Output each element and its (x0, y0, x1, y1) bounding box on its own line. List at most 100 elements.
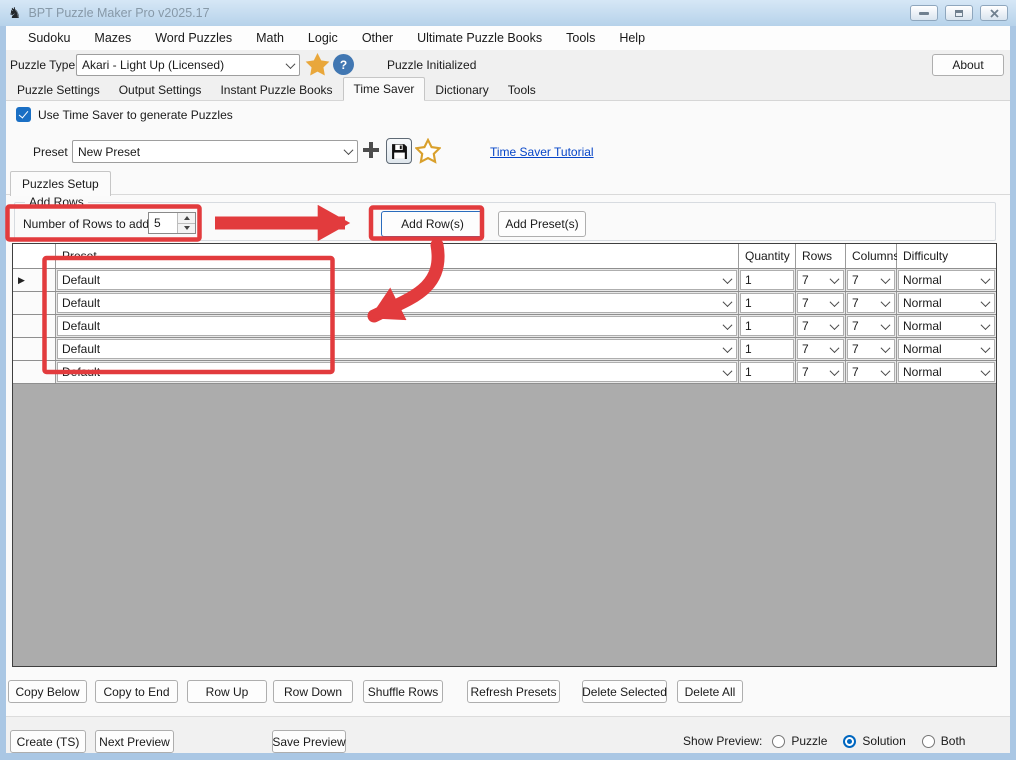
preset-cell[interactable]: Default (56, 269, 739, 291)
columns-cell[interactable]: 7 (846, 292, 897, 314)
maximize-button[interactable] (945, 5, 973, 21)
columns-cell[interactable]: 7 (846, 361, 897, 383)
preset-cell[interactable]: Default (56, 338, 739, 360)
time-saver-tutorial-link[interactable]: Time Saver Tutorial (490, 145, 594, 159)
columns-cell[interactable]: 7 (846, 315, 897, 337)
preset-cell[interactable]: Default (56, 292, 739, 314)
plus-icon[interactable] (362, 141, 380, 162)
title-bar[interactable]: ♞ BPT Puzzle Maker Pro v2025.17 (0, 0, 1016, 26)
copy-to-end-button[interactable]: Copy to End (95, 680, 178, 703)
difficulty-cell-value: Normal (899, 342, 977, 356)
tab-puzzle-settings[interactable]: Puzzle Settings (8, 80, 109, 100)
save-preview-button[interactable]: Save Preview (272, 730, 346, 753)
chevron-down-icon (877, 363, 894, 381)
table-row: Default 1 7 7 Normal (13, 361, 996, 384)
quantity-cell[interactable]: 1 (739, 338, 796, 360)
rows-cell[interactable]: 7 (796, 361, 846, 383)
use-time-saver-checkbox[interactable] (16, 107, 31, 122)
columns-cell[interactable]: 7 (846, 269, 897, 291)
close-button[interactable] (980, 5, 1008, 21)
close-icon (990, 9, 999, 18)
radio-solution[interactable] (843, 735, 856, 748)
row-header[interactable] (13, 315, 56, 337)
menu-logic[interactable]: Logic (296, 27, 350, 49)
table-row: Default 1 7 7 Normal (13, 315, 996, 338)
next-preview-button[interactable]: Next Preview (95, 730, 174, 753)
puzzle-type-combobox[interactable]: Akari - Light Up (Licensed) (76, 54, 300, 76)
menu-tools[interactable]: Tools (554, 27, 607, 49)
tab-dictionary[interactable]: Dictionary (426, 80, 497, 100)
columns-cell-value: 7 (848, 365, 877, 379)
difficulty-cell[interactable]: Normal (897, 361, 996, 383)
tab-instant-puzzle-books[interactable]: Instant Puzzle Books (211, 80, 341, 100)
menu-word-puzzles[interactable]: Word Puzzles (143, 27, 244, 49)
difficulty-cell[interactable]: Normal (897, 315, 996, 337)
difficulty-cell[interactable]: Normal (897, 292, 996, 314)
header-difficulty: Difficulty (897, 244, 996, 268)
shuffle-rows-button[interactable]: Shuffle Rows (363, 680, 443, 703)
quantity-cell[interactable]: 1 (739, 315, 796, 337)
radio-puzzle[interactable] (772, 735, 785, 748)
create-ts-button[interactable]: Create (TS) (10, 730, 86, 753)
menu-help[interactable]: Help (607, 27, 657, 49)
add-rows-group-label: Add Rows (25, 195, 88, 209)
add-presets-button[interactable]: Add Preset(s) (498, 211, 586, 237)
rows-cell[interactable]: 7 (796, 292, 846, 314)
row-down-button[interactable]: Row Down (273, 680, 353, 703)
row-header[interactable] (13, 361, 56, 383)
maximize-icon (955, 10, 963, 17)
radio-both[interactable] (922, 735, 935, 748)
menu-ultimate-puzzle-books[interactable]: Ultimate Puzzle Books (405, 27, 554, 49)
difficulty-cell-value: Normal (899, 296, 977, 310)
add-rows-button[interactable]: Add Row(s) (381, 211, 484, 237)
delete-selected-button[interactable]: Delete Selected (582, 680, 667, 703)
rows-cell[interactable]: 7 (796, 338, 846, 360)
rows-cell[interactable]: 7 (796, 315, 846, 337)
about-button[interactable]: About (932, 54, 1004, 76)
preset-combobox[interactable]: New Preset (72, 140, 358, 163)
time-saver-page: Use Time Saver to generate Puzzles Prese… (6, 101, 1010, 716)
menu-sudoku[interactable]: Sudoku (16, 27, 82, 49)
save-preset-button[interactable] (386, 138, 412, 164)
row-count-value: 5 (149, 213, 177, 233)
refresh-presets-button[interactable]: Refresh Presets (467, 680, 560, 703)
minimize-button[interactable] (910, 5, 938, 21)
tab-puzzles-setup[interactable]: Puzzles Setup (10, 171, 111, 196)
difficulty-cell[interactable]: Normal (897, 338, 996, 360)
row-up-button[interactable]: Row Up (187, 680, 267, 703)
chevron-down-icon (282, 55, 299, 75)
quantity-cell[interactable]: 1 (739, 292, 796, 314)
preset-cell-value: Default (58, 319, 719, 333)
menu-math[interactable]: Math (244, 27, 296, 49)
row-header[interactable] (13, 338, 56, 360)
copy-below-button[interactable]: Copy Below (8, 680, 87, 703)
row-count-spinner[interactable]: 5 (148, 212, 196, 234)
menu-other[interactable]: Other (350, 27, 405, 49)
columns-cell[interactable]: 7 (846, 338, 897, 360)
tab-tools[interactable]: Tools (499, 80, 545, 100)
star-filled-icon[interactable] (305, 52, 330, 77)
star-outline-icon[interactable] (415, 138, 441, 167)
quantity-cell[interactable]: 1 (739, 361, 796, 383)
preset-cell[interactable]: Default (56, 361, 739, 383)
preset-cell-value: Default (58, 273, 719, 287)
spinner-down-icon[interactable] (178, 224, 195, 234)
chevron-down-icon (877, 340, 894, 358)
preset-value: New Preset (73, 145, 340, 159)
spinner-up-icon[interactable] (178, 213, 195, 224)
tab-time-saver[interactable]: Time Saver (343, 77, 426, 101)
chevron-down-icon (977, 340, 994, 358)
preset-cell-value: Default (58, 296, 719, 310)
radio-puzzle-label: Puzzle (791, 734, 827, 748)
chevron-down-icon (719, 317, 736, 335)
rows-cell[interactable]: 7 (796, 269, 846, 291)
delete-all-button[interactable]: Delete All (677, 680, 743, 703)
preset-cell[interactable]: Default (56, 315, 739, 337)
quantity-cell[interactable]: 1 (739, 269, 796, 291)
difficulty-cell[interactable]: Normal (897, 269, 996, 291)
question-circle-icon[interactable]: ? (333, 54, 354, 75)
row-header[interactable]: ▶ (13, 269, 56, 291)
menu-mazes[interactable]: Mazes (82, 27, 143, 49)
tab-output-settings[interactable]: Output Settings (110, 80, 211, 100)
row-header[interactable] (13, 292, 56, 314)
